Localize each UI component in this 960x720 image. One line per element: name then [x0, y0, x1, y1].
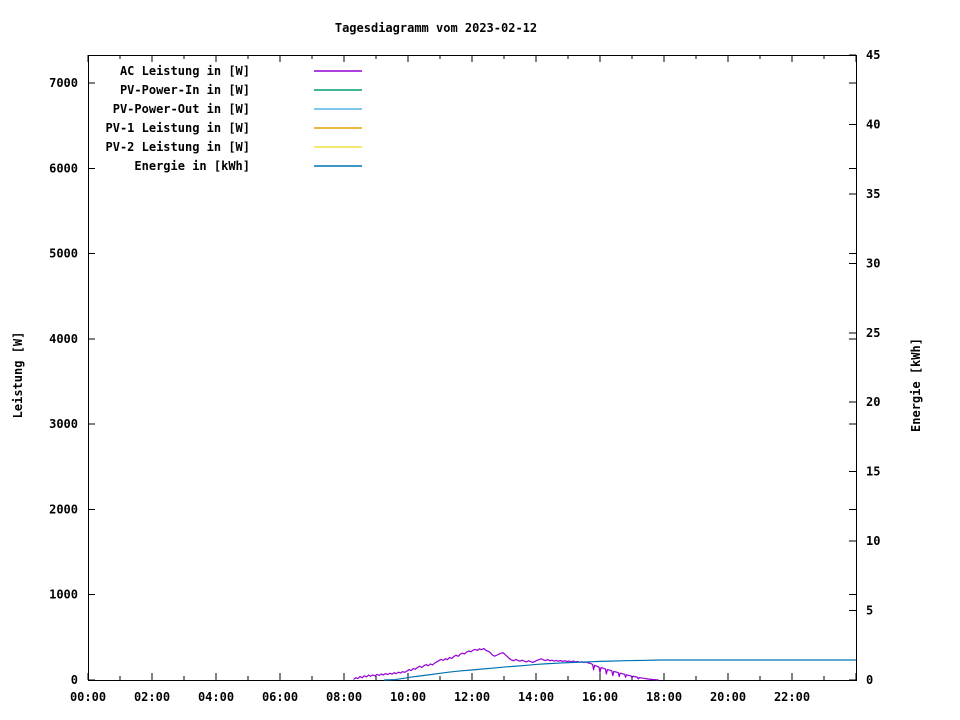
x-tick-label: 10:00	[390, 690, 426, 704]
y-right-tick-label: 10	[866, 534, 880, 548]
y-right-tick-label: 30	[866, 256, 880, 270]
y-right-tick-label: 5	[866, 604, 873, 618]
legend-label-ac-leistung-in-w: AC Leistung in [W]	[120, 64, 250, 78]
plot-area: 00:00 02:00 04:00 06:00 08:00 10:00 12:00 14:00…	[49, 48, 880, 704]
x-tick-label: 14:00	[518, 690, 554, 704]
y-right-tick-label: 35	[866, 187, 880, 201]
x-tick-label: 06:00	[262, 690, 298, 704]
y-right-tick-label: 45	[866, 48, 880, 62]
x-tick-label: 02:00	[134, 690, 170, 704]
y-left-tick-label: 4000	[49, 332, 78, 346]
y-left-tick-label: 2000	[49, 502, 78, 516]
y-right-tick-label: 0	[866, 673, 873, 687]
y-right-tick-label: 20	[866, 395, 880, 409]
legend-label-energie-in-kwh: Energie in [kWh]	[134, 159, 250, 173]
legend-label-pv-power-out-in-w: PV-Power-Out in [W]	[113, 102, 250, 116]
y-right-tick-label: 25	[866, 326, 880, 340]
x-tick-label: 00:00	[70, 690, 106, 704]
y-left-tick-label: 1000	[49, 588, 78, 602]
x-tick-label: 22:00	[774, 690, 810, 704]
y-left-tick-label: 7000	[49, 76, 78, 90]
chart-canvas: Tagesdiagramm vom 2023-02-12 Leistung [W…	[0, 0, 960, 720]
x-tick-label: 08:00	[326, 690, 362, 704]
x-tick-label: 12:00	[454, 690, 490, 704]
y-right-tick-label: 15	[866, 465, 880, 479]
series-ac-leistung-in-w	[353, 647, 659, 681]
series-energie-in-kwh	[383, 659, 856, 681]
x-tick-label: 04:00	[198, 690, 234, 704]
x-tick-label: 20:00	[710, 690, 746, 704]
x-tick-label: 16:00	[582, 690, 618, 704]
legend-label-pv-1-leistung-in-w: PV-1 Leistung in [W]	[106, 121, 251, 135]
y-left-tick-label: 6000	[49, 161, 78, 175]
legend-label-pv-power-in-in-w: PV-Power-In in [W]	[120, 83, 250, 97]
legend-label-pv-2-leistung-in-w: PV-2 Leistung in [W]	[106, 140, 251, 154]
y-left-tick-label: 0	[71, 673, 78, 687]
y-left-tick-label: 3000	[49, 417, 78, 431]
x-tick-label: 18:00	[646, 690, 682, 704]
y-right-tick-label: 40	[866, 117, 880, 131]
y-left-tick-label: 5000	[49, 247, 78, 261]
